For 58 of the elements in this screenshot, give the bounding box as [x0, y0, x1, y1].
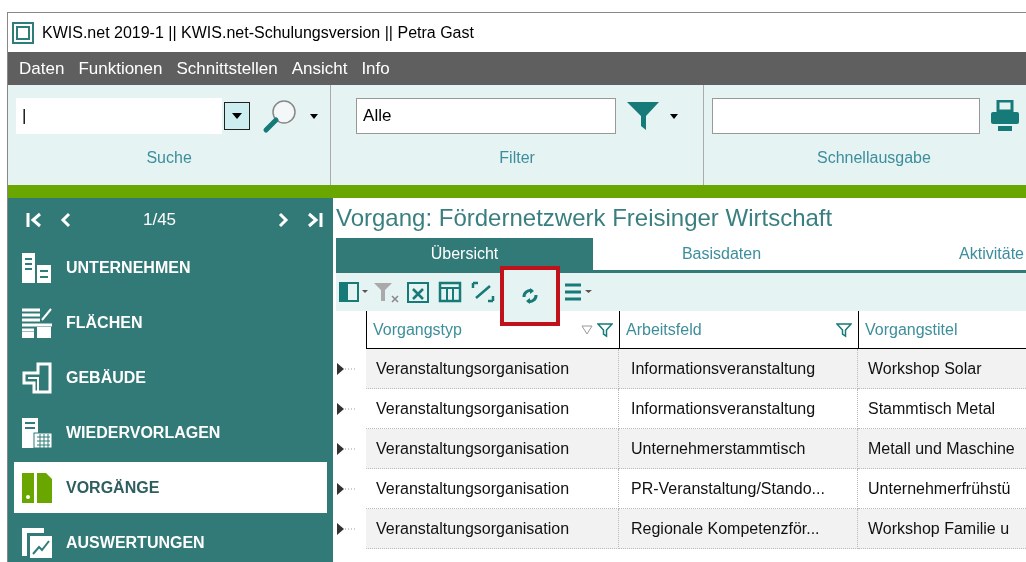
sidebar-item[interactable]: GEBÄUDE — [14, 352, 327, 403]
filter-icon[interactable] — [597, 321, 613, 338]
filter-icon[interactable] — [626, 100, 661, 132]
table-cell: Workshop Solar — [858, 349, 1026, 389]
record-heading: Vorgang: Fördernetzwerk Freisinger Wirtschaft — [336, 203, 834, 233]
sidebar-item[interactable]: WIEDERVORLAGEN — [14, 407, 327, 458]
column-header[interactable]: Vorgangstyp — [373, 320, 462, 339]
tab[interactable]: Übersicht — [336, 238, 593, 270]
table-cell: Workshop Familie u — [858, 509, 1026, 549]
printer-icon[interactable] — [990, 100, 1020, 132]
window-title: KWIS.net 2019-1 || KWIS.net-Schulungsversion || Petra Gast — [42, 23, 474, 42]
menu-item[interactable]: Info — [361, 58, 390, 79]
tab[interactable]: Aktivitäte — [850, 238, 1026, 270]
expand-icon[interactable] — [336, 482, 356, 496]
filter-field[interactable]: Alle — [356, 98, 617, 134]
group-label: Suche — [146, 149, 192, 167]
table-cell: Unternehmerstammtisch — [619, 429, 858, 469]
app-icon — [12, 21, 34, 44]
sidebar-item[interactable]: FLÄCHEN — [14, 297, 327, 348]
buildings-icon — [20, 250, 54, 285]
menu-item[interactable]: Schnittstellen — [176, 58, 278, 79]
sidebar-item[interactable]: AUSWERTUNGEN — [14, 517, 327, 562]
tab[interactable]: Basisdaten — [593, 238, 850, 270]
table-cell: Metall und Maschine — [858, 429, 1026, 469]
menu-item[interactable]: Funktionen — [78, 58, 163, 79]
expand-icon[interactable] — [336, 362, 356, 376]
expand-icon[interactable] — [336, 402, 356, 416]
table-cell: Veranstaltungsorganisation — [366, 349, 619, 389]
folder-icon — [20, 470, 54, 505]
calendar-icon — [20, 415, 54, 450]
floor-plan-icon — [20, 360, 54, 395]
record-position: 1/45 — [142, 210, 178, 230]
sort-icon[interactable] — [581, 323, 593, 336]
column-header[interactable]: Vorgangstitel — [865, 320, 958, 339]
table-cell: Veranstaltungsorganisation — [366, 509, 619, 549]
caret-icon[interactable] — [310, 113, 318, 119]
dropdown-button[interactable] — [224, 102, 250, 130]
search-field[interactable]: | — [16, 98, 222, 134]
menu-item[interactable]: Ansicht — [291, 58, 348, 79]
group-label: Schnellausgabe — [817, 149, 931, 167]
sidebar-item[interactable]: VORGÄNGE — [14, 462, 327, 513]
menu-item[interactable]: Daten — [19, 58, 65, 79]
last-icon[interactable] — [305, 212, 323, 228]
table-cell: Veranstaltungsorganisation — [366, 429, 619, 469]
expand-icon[interactable] — [336, 442, 356, 456]
sidebar-item[interactable]: UNTERNEHMEN — [14, 242, 327, 293]
filter-icon[interactable] — [836, 321, 852, 338]
table-cell: Regionale Kompetenzför... — [619, 509, 858, 549]
next-icon[interactable] — [277, 212, 289, 228]
first-icon[interactable] — [26, 212, 44, 228]
group-label: Filter — [499, 149, 535, 167]
caret-icon[interactable] — [670, 113, 679, 119]
expand-icon[interactable] — [336, 522, 356, 536]
table-cell: Informationsveranstaltung — [619, 349, 858, 389]
previous-icon[interactable] — [60, 212, 72, 228]
output-field[interactable] — [712, 98, 980, 134]
column-header[interactable]: Arbeitsfeld — [626, 320, 702, 339]
caret-icon — [232, 113, 242, 119]
